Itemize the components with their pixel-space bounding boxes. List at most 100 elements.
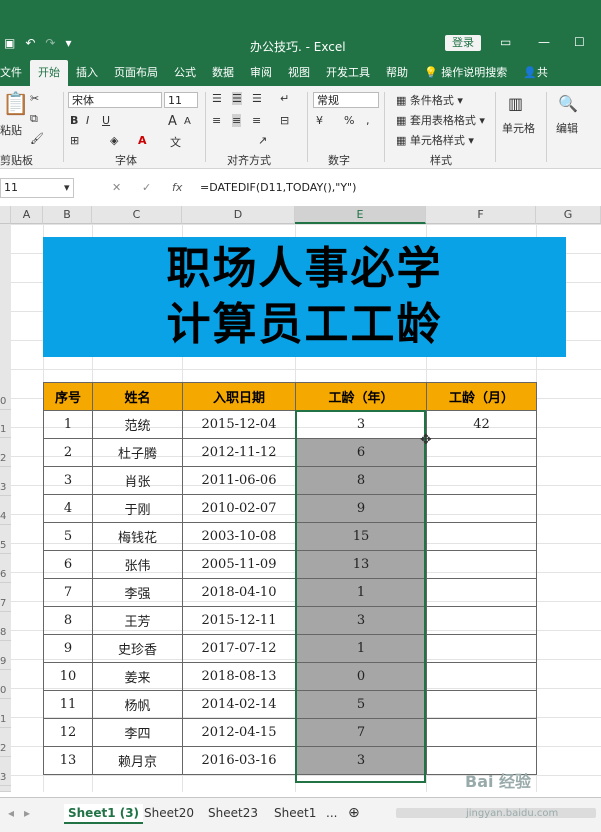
column-header[interactable]: D: [182, 206, 295, 224]
row-number[interactable]: 2: [0, 743, 11, 757]
formula-input[interactable]: =DATEDIF(D11,TODAY(),"Y"): [200, 178, 598, 198]
tab-data[interactable]: 数据: [204, 60, 242, 86]
row-number[interactable]: 6: [0, 569, 11, 583]
editing-button[interactable]: 编辑: [556, 120, 578, 136]
header-cell[interactable]: 序号: [43, 382, 93, 411]
row-number[interactable]: 9: [0, 656, 11, 670]
column-header[interactable]: C: [92, 206, 182, 224]
hire-date-cell[interactable]: 2018-08-13: [182, 662, 296, 691]
font-name-select[interactable]: 宋体: [68, 92, 162, 108]
row-number[interactable]: 7: [0, 598, 11, 612]
row-number[interactable]: 5: [0, 540, 11, 554]
months-cell[interactable]: [426, 494, 537, 523]
restore-button[interactable]: ☐: [574, 35, 585, 49]
align-left-icon[interactable]: ≡: [212, 114, 221, 127]
comma-style-icon[interactable]: ,: [366, 114, 370, 127]
hire-date-cell[interactable]: 2015-12-04: [182, 410, 296, 439]
index-cell[interactable]: 5: [43, 522, 93, 551]
row-number[interactable]: 8: [0, 627, 11, 641]
hire-date-cell[interactable]: 2012-04-15: [182, 718, 296, 747]
underline-button[interactable]: U: [102, 114, 110, 127]
name-cell[interactable]: 史珍香: [92, 634, 183, 663]
name-cell[interactable]: 王芳: [92, 606, 183, 635]
cell-styles-button[interactable]: ▦ 单元格样式 ▾: [396, 132, 474, 148]
phonetic-icon[interactable]: 文: [170, 134, 181, 150]
column-header[interactable]: A: [11, 206, 43, 224]
name-box-dropdown-icon[interactable]: ▾: [64, 181, 70, 194]
cancel-icon[interactable]: ✕: [112, 181, 121, 194]
hire-date-cell[interactable]: 2016-03-16: [182, 746, 296, 775]
months-cell[interactable]: [426, 634, 537, 663]
number-format-select[interactable]: 常规: [313, 92, 379, 108]
minimize-button[interactable]: —: [538, 35, 550, 49]
save-icon[interactable]: ▣: [4, 36, 15, 50]
row-number[interactable]: 4: [0, 511, 11, 525]
add-sheet-icon[interactable]: ⊕: [344, 804, 364, 822]
years-cell[interactable]: 3: [295, 606, 427, 635]
sheet-tab[interactable]: Sheet20: [140, 804, 198, 822]
years-cell[interactable]: 1: [295, 634, 427, 663]
years-cell[interactable]: 6: [295, 438, 427, 467]
row-number[interactable]: 1: [0, 424, 11, 438]
months-cell[interactable]: [426, 550, 537, 579]
index-cell[interactable]: 12: [43, 718, 93, 747]
hire-date-cell[interactable]: 2003-10-08: [182, 522, 296, 551]
years-cell[interactable]: 3: [295, 746, 427, 775]
years-cell[interactable]: 1: [295, 578, 427, 607]
sheet-tab[interactable]: Sheet1: [270, 804, 320, 822]
row-number[interactable]: 0: [0, 396, 11, 410]
name-cell[interactable]: 范统: [92, 410, 183, 439]
name-cell[interactable]: 梅钱花: [92, 522, 183, 551]
tell-me-search[interactable]: 💡 操作说明搜索: [416, 60, 515, 86]
months-cell[interactable]: [426, 606, 537, 635]
index-cell[interactable]: 1: [43, 410, 93, 439]
align-center-icon[interactable]: ≡: [232, 114, 242, 127]
cut-icon[interactable]: ✂: [30, 92, 39, 105]
name-cell[interactable]: 肖张: [92, 466, 183, 495]
fill-color-icon[interactable]: ◈: [110, 134, 118, 147]
name-cell[interactable]: 于刚: [92, 494, 183, 523]
months-cell[interactable]: [426, 466, 537, 495]
name-cell[interactable]: 杜子腾: [92, 438, 183, 467]
login-button[interactable]: 登录: [445, 35, 481, 51]
tab-developer[interactable]: 开发工具: [318, 60, 378, 86]
years-cell[interactable]: 5: [295, 690, 427, 719]
middle-align-icon[interactable]: ☰: [232, 92, 242, 105]
cells-button[interactable]: 单元格: [502, 120, 535, 136]
customize-qat-icon[interactable]: ▾: [65, 36, 71, 50]
wrap-text-icon[interactable]: ↵: [280, 92, 289, 105]
name-box[interactable]: 11: [0, 178, 74, 198]
sheet-tab[interactable]: Sheet23: [204, 804, 262, 822]
hire-date-cell[interactable]: 2005-11-09: [182, 550, 296, 579]
header-cell[interactable]: 姓名: [92, 382, 183, 411]
insert-function-icon[interactable]: fx: [172, 181, 182, 194]
index-cell[interactable]: 3: [43, 466, 93, 495]
merge-center-icon[interactable]: ⊟: [280, 114, 289, 127]
select-all-corner[interactable]: [0, 206, 11, 224]
index-cell[interactable]: 8: [43, 606, 93, 635]
bold-button[interactable]: B: [70, 114, 78, 127]
grow-font-button[interactable]: A: [168, 114, 177, 129]
border-icon[interactable]: ⊞: [70, 134, 79, 147]
next-sheet-icon[interactable]: ▸: [20, 804, 34, 822]
name-cell[interactable]: 赖月京: [92, 746, 183, 775]
months-cell[interactable]: [426, 578, 537, 607]
row-number[interactable]: 0: [0, 685, 11, 699]
hire-date-cell[interactable]: 2010-02-07: [182, 494, 296, 523]
orientation-icon[interactable]: ↗: [258, 134, 267, 147]
font-color-icon[interactable]: A: [138, 134, 147, 147]
tab-page-layout[interactable]: 页面布局: [106, 60, 166, 86]
index-cell[interactable]: 11: [43, 690, 93, 719]
redo-icon[interactable]: ↷: [45, 36, 55, 50]
months-cell[interactable]: [426, 522, 537, 551]
name-cell[interactable]: 李强: [92, 578, 183, 607]
tab-home[interactable]: 开始: [30, 60, 68, 86]
search-icon[interactable]: 🔍: [558, 94, 578, 113]
header-cell[interactable]: 工龄（月）: [426, 382, 537, 411]
index-cell[interactable]: 13: [43, 746, 93, 775]
years-cell[interactable]: 3: [295, 410, 427, 439]
align-right-icon[interactable]: ≡: [252, 114, 261, 127]
percent-button[interactable]: %: [344, 114, 354, 127]
tab-view[interactable]: 视图: [280, 60, 318, 86]
conditional-formatting-button[interactable]: ▦ 条件格式 ▾: [396, 92, 463, 108]
